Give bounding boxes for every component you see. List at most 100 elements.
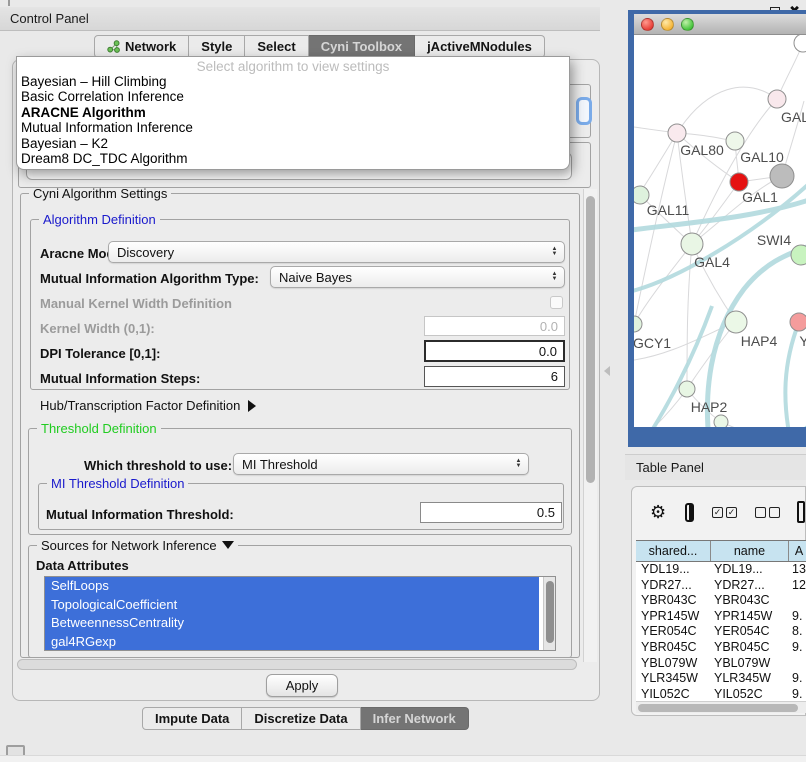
scrollbar-thumb[interactable] (638, 704, 798, 712)
network-node[interactable] (681, 233, 703, 255)
cell[interactable]: YDR27... (636, 578, 711, 594)
table-row[interactable]: YDL19...YDL19...13 (636, 562, 806, 578)
cell[interactable]: YER054C (636, 624, 711, 640)
cell[interactable]: YIL052C (711, 687, 789, 702)
column-header-clipped[interactable]: A (789, 541, 806, 561)
attribute-item-selected[interactable]: BetweennessCentrality (45, 614, 539, 633)
table-row[interactable]: YIL052CYIL052C9. (636, 687, 806, 702)
tab-network[interactable]: Network (94, 35, 189, 58)
attribute-item-selected[interactable]: gal4RGexp (45, 633, 539, 651)
column-header-name[interactable]: name (711, 541, 789, 561)
tab-discretize-data[interactable]: Discretize Data (242, 707, 360, 730)
deselect-all-icon[interactable] (755, 507, 780, 518)
network-nodes[interactable]: GALGAL80GAL10GAL1GAL11GAL4SWI4GCY1HAP4YH… (634, 35, 806, 427)
cell[interactable]: 9. (789, 609, 806, 625)
table-row[interactable]: YBR045CYBR045C9. (636, 640, 806, 656)
kernel-width-field[interactable]: 0.0 (424, 316, 565, 336)
attribute-item-selected[interactable]: SelfLoops (45, 577, 539, 596)
mi-threshold-field[interactable]: 0.5 (420, 502, 562, 523)
algorithm-option[interactable]: Bayesian – K2 (17, 136, 569, 151)
scrollbar-thumb[interactable] (17, 659, 577, 670)
minimize-window-icon[interactable] (661, 18, 674, 31)
network-node[interactable] (679, 381, 695, 397)
cell[interactable]: YBR043C (711, 593, 789, 609)
network-node[interactable] (634, 316, 642, 332)
network-node[interactable] (768, 90, 786, 108)
panel-splitter-handle[interactable] (604, 366, 610, 376)
settings-horizontal-scrollbar[interactable] (16, 658, 582, 671)
cell[interactable]: 9. (789, 687, 806, 702)
network-node[interactable] (794, 35, 806, 52)
network-node[interactable] (791, 245, 806, 265)
gear-icon[interactable]: ⚙ (650, 502, 666, 523)
mi-algorithm-type-select[interactable]: Naive Bayes ▲▼ (270, 266, 565, 288)
cell[interactable]: YLR345W (636, 671, 711, 687)
table-row[interactable]: YLR345WYLR345W9. (636, 671, 806, 687)
column-header-shared[interactable]: shared... (636, 541, 711, 561)
close-window-icon[interactable] (641, 18, 654, 31)
algorithm-option-selected[interactable]: ARACNE Algorithm (17, 105, 569, 120)
algorithm-option[interactable]: Dream8 DC_TDC Algorithm (17, 151, 569, 166)
cell[interactable]: YBR045C (636, 640, 711, 656)
table-row[interactable]: YER054CYER054C8. (636, 624, 806, 640)
network-node[interactable] (770, 164, 794, 188)
table-row[interactable]: YBR043CYBR043C (636, 593, 806, 609)
cell[interactable]: YBL079W (711, 656, 789, 672)
tab-jactivemnodules[interactable]: jActiveMNodules (415, 35, 545, 58)
cell[interactable]: YBL079W (636, 656, 711, 672)
cell[interactable]: YIL052C (636, 687, 711, 702)
obscured-combo-button[interactable] (576, 97, 592, 125)
network-canvas-svg[interactable]: GALGAL80GAL10GAL1GAL11GAL4SWI4GCY1HAP4YH… (634, 35, 806, 427)
cell[interactable]: YBR045C (711, 640, 789, 656)
dpi-tolerance-field[interactable]: 0.0 (424, 340, 565, 362)
cell[interactable]: YDR27... (711, 578, 789, 594)
table-row[interactable]: YPR145WYPR145W9. (636, 609, 806, 625)
network-node[interactable] (725, 311, 747, 333)
tab-select[interactable]: Select (245, 35, 308, 58)
new-table-icon[interactable] (797, 501, 805, 523)
cell[interactable] (789, 593, 806, 609)
scrollbar-thumb[interactable] (586, 196, 595, 483)
table-row[interactable]: YBL079WYBL079W (636, 656, 806, 672)
attribute-item-selected[interactable]: TopologicalCoefficient (45, 596, 539, 615)
cell[interactable]: 9. (789, 671, 806, 687)
cell[interactable]: 13 (789, 562, 806, 578)
attributes-scrollbar[interactable] (543, 577, 555, 650)
zoom-window-icon[interactable] (681, 18, 694, 31)
cell[interactable]: 8. (789, 624, 806, 640)
network-node[interactable] (726, 132, 744, 150)
settings-vertical-scrollbar[interactable] (583, 189, 597, 662)
hub-definition-expander[interactable]: Hub/Transcription Factor Definition (40, 398, 256, 413)
manual-kernel-width-checkbox[interactable] (550, 296, 563, 309)
scrollbar-thumb[interactable] (546, 581, 554, 643)
aracne-mode-select[interactable]: Discovery ▲▼ (108, 241, 565, 263)
select-all-icon[interactable]: ✓✓ (712, 507, 737, 518)
cell[interactable]: YDL19... (636, 562, 711, 578)
algorithm-option[interactable]: Bayesian – Hill Climbing (17, 74, 569, 89)
cell[interactable]: YER054C (711, 624, 789, 640)
cell[interactable]: YDL19... (711, 562, 789, 578)
network-window-titlebar[interactable] (634, 14, 806, 35)
tab-style[interactable]: Style (189, 35, 245, 58)
cell[interactable] (789, 656, 806, 672)
sources-collapse-toggle[interactable]: Sources for Network Inference (37, 538, 238, 553)
columns-icon[interactable] (685, 503, 694, 522)
tab-infer-network[interactable]: Infer Network (361, 707, 469, 730)
network-canvas[interactable]: GALGAL80GAL10GAL1GAL11GAL4SWI4GCY1HAP4YH… (634, 35, 806, 427)
cell[interactable]: YPR145W (711, 609, 789, 625)
network-node[interactable] (790, 313, 806, 331)
algorithm-option[interactable]: Basic Correlation Inference (17, 89, 569, 104)
cell[interactable]: YLR345W (711, 671, 789, 687)
cell[interactable]: YBR043C (636, 593, 711, 609)
algorithm-option[interactable]: Mutual Information Inference (17, 120, 569, 135)
table-horizontal-scrollbar[interactable] (636, 701, 806, 713)
network-node[interactable] (668, 124, 686, 142)
cell[interactable]: YPR145W (636, 609, 711, 625)
tab-impute-data[interactable]: Impute Data (142, 707, 242, 730)
apply-button[interactable]: Apply (266, 674, 338, 697)
cell[interactable]: 12 (789, 578, 806, 594)
network-node[interactable] (714, 415, 728, 427)
table-row[interactable]: YDR27...YDR27...12 (636, 578, 806, 594)
cell[interactable]: 9. (789, 640, 806, 656)
mi-steps-field[interactable]: 6 (424, 366, 565, 387)
